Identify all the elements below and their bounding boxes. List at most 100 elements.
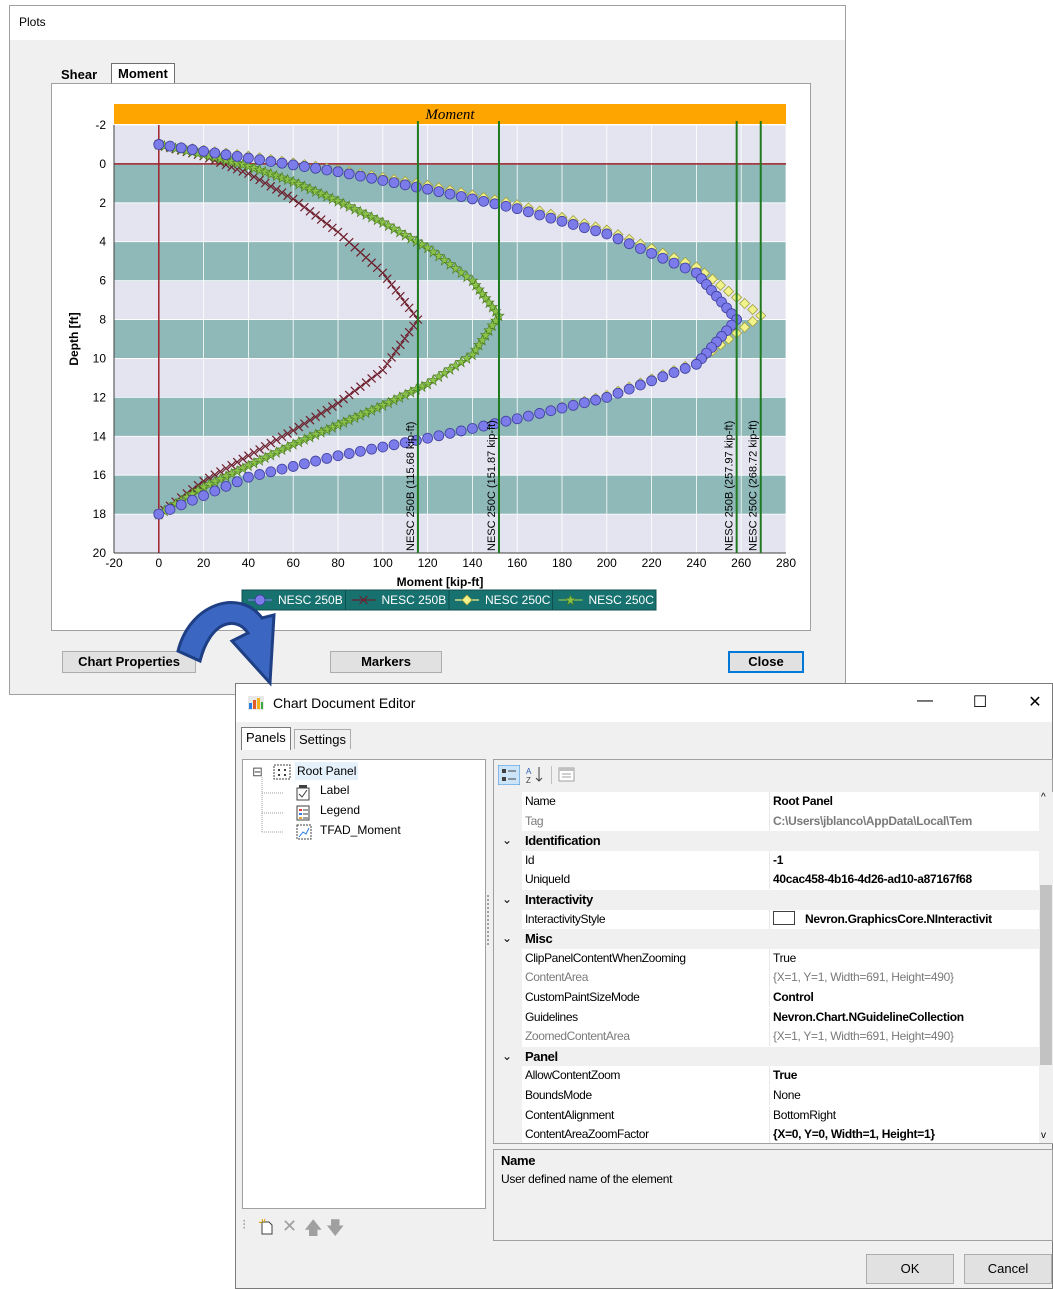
property-value[interactable]: {X=0, Y=0, Width=1, Height=1}	[769, 1125, 1039, 1143]
property-value[interactable]: BottomRight	[769, 1105, 1039, 1125]
description-text: User defined name of the element	[501, 1172, 673, 1186]
property-row[interactable]: Guidelines Nevron.Chart.NGuidelineCollect…	[494, 1007, 1039, 1028]
property-row[interactable]: ZoomedContentArea {X=1, Y=1, Width=691, H…	[494, 1027, 1039, 1047]
x-tick-label: 180	[552, 556, 572, 570]
property-value[interactable]: {X=1, Y=1, Width=691, Height=490}	[769, 1027, 1039, 1047]
property-row[interactable]: Name Root Panel	[494, 792, 1039, 812]
property-value[interactable]: Nevron.GraphicsCore.NInteractivit	[769, 909, 1039, 929]
property-row[interactable]: AllowContentZoom True	[494, 1066, 1039, 1086]
tab-panels[interactable]: Panels	[241, 727, 291, 750]
marker-circle	[186, 144, 198, 155]
marker-circle	[332, 450, 344, 462]
moment-chart: Moment-20 0 20 40 60 80 100 120 140 160 180 200 220 2…	[67, 104, 796, 611]
legend-icon	[296, 805, 310, 821]
marker-circle	[209, 147, 221, 159]
cancel-button[interactable]: Cancel	[964, 1254, 1052, 1284]
property-value[interactable]: None	[769, 1086, 1039, 1105]
ok-button[interactable]: OK	[866, 1254, 954, 1284]
marker-circle	[310, 162, 322, 174]
x-tick-label: 200	[597, 556, 617, 570]
marker-circle	[579, 222, 590, 234]
property-row[interactable]: Id -1	[494, 850, 1039, 871]
marker-circle	[433, 430, 445, 442]
scroll-down-icon[interactable]: v	[1041, 1130, 1046, 1141]
tree-node-tfad-moment[interactable]: TFAD_Moment	[320, 821, 401, 839]
marker-circle	[276, 463, 288, 475]
marker-circle	[276, 157, 288, 169]
property-value[interactable]: Root Panel	[769, 792, 1039, 811]
property-row[interactable]: ContentArea {X=1, Y=1, Width=691, Height=…	[494, 968, 1039, 988]
property-grid: A Z Name Root Panel Tag C:\Users\jblanco\Ap…	[487, 759, 1053, 1144]
property-value[interactable]: {X=1, Y=1, Width=691, Height=490}	[769, 968, 1039, 988]
tree-expander-icon[interactable]: ⊟	[252, 763, 263, 781]
marker-circle	[198, 490, 210, 502]
new-panel-icon[interactable]	[258, 1218, 276, 1236]
minimize-icon[interactable]: —	[915, 692, 935, 710]
maximize-icon[interactable]: ☐	[970, 692, 990, 712]
x-tick-label: 120	[418, 556, 438, 570]
move-down-icon[interactable]: 🡇	[326, 1216, 345, 1246]
sort-alphabetical-icon[interactable]: A Z	[524, 765, 546, 785]
marker-circle	[153, 139, 165, 150]
property-category[interactable]: ⌄ Misc	[494, 929, 1039, 949]
splitter-grip[interactable]	[487, 895, 492, 945]
property-row[interactable]: CustomPaintSizeMode Control	[494, 988, 1039, 1008]
marker-circle	[455, 191, 467, 202]
property-value[interactable]: Control	[769, 988, 1039, 1007]
y-tick-label: 6	[99, 274, 106, 288]
x-tick-label: 280	[776, 556, 796, 570]
tree-node-legend[interactable]: Legend	[320, 801, 360, 819]
marker-circle	[220, 480, 232, 492]
property-description-pane: Name User defined name of the element	[493, 1149, 1053, 1241]
marker-circle	[623, 383, 635, 395]
tree-node-label[interactable]: Label	[320, 781, 349, 799]
property-category[interactable]: ⌄ Identification	[494, 831, 1039, 851]
collapse-chevron-icon[interactable]: ⌄	[502, 831, 512, 850]
property-value[interactable]: True	[769, 948, 1039, 968]
tab-moment[interactable]: Moment	[111, 63, 175, 85]
property-name: UniqueId	[525, 872, 570, 887]
property-category[interactable]: ⌄ Interactivity	[494, 890, 1039, 910]
svg-text:Z: Z	[526, 776, 531, 785]
y-tick-label: 0	[99, 157, 106, 171]
property-row[interactable]: ClipPanelContentWhenZooming True	[494, 948, 1039, 969]
tab-settings[interactable]: Settings	[294, 729, 351, 749]
close-button[interactable]: Close	[728, 651, 804, 673]
move-up-icon[interactable]: 🡅	[304, 1216, 323, 1246]
property-row[interactable]: Tag C:\Users\jblanco\AppData\Local\Tem	[494, 811, 1039, 832]
property-row[interactable]: UniqueId 40cac458-4b16-4d26-ad10-a87167f6…	[494, 870, 1039, 890]
collapse-chevron-icon[interactable]: ⌄	[502, 1047, 512, 1066]
close-window-icon[interactable]: ✕	[1025, 692, 1045, 712]
marker-circle	[354, 170, 366, 182]
scrollbar-thumb[interactable]	[1040, 885, 1052, 1065]
scroll-up-icon[interactable]: ^	[1041, 792, 1046, 803]
property-name: Id	[525, 852, 535, 867]
property-row[interactable]: ContentAreaZoomFactor {X=0, Y=0, Width=1,…	[494, 1125, 1039, 1143]
x-tick-label: 260	[731, 556, 751, 570]
marker-circle	[265, 466, 277, 478]
marker-circle	[511, 203, 523, 215]
property-value[interactable]: -1	[769, 850, 1039, 870]
delete-icon[interactable]: ✕	[282, 1216, 297, 1237]
tree-node-root-panel[interactable]: Root Panel	[295, 762, 359, 780]
tab-shear[interactable]: Shear	[55, 65, 104, 85]
property-row[interactable]: BoundsMode None	[494, 1086, 1039, 1106]
x-tick-label: 80	[331, 556, 345, 570]
property-value[interactable]: 40cac458-4b16-4d26-ad10-a87167f68	[769, 870, 1039, 890]
property-category[interactable]: ⌄ Panel	[494, 1046, 1039, 1067]
property-value[interactable]: Nevron.Chart.NGuidelineCollection	[769, 1007, 1039, 1027]
property-value[interactable]: C:\Users\jblanco\AppData\Local\Tem	[769, 811, 1039, 831]
property-name: ClipPanelContentWhenZooming	[525, 950, 686, 965]
categorized-icon[interactable]	[498, 765, 520, 785]
property-value-text: True	[773, 950, 797, 965]
property-value[interactable]: True	[769, 1066, 1039, 1086]
collapse-chevron-icon[interactable]: ⌄	[502, 890, 512, 909]
markers-button[interactable]: Markers	[330, 651, 442, 673]
marker-circle	[377, 441, 389, 453]
marker-circle	[231, 150, 243, 162]
marker-circle	[500, 200, 512, 212]
property-row[interactable]: ContentAlignment BottomRight	[494, 1105, 1039, 1126]
property-row[interactable]: InteractivityStyle Nevron.GraphicsCore.NI…	[494, 909, 1039, 930]
collapse-chevron-icon[interactable]: ⌄	[502, 929, 512, 948]
property-pages-icon[interactable]	[558, 766, 576, 784]
